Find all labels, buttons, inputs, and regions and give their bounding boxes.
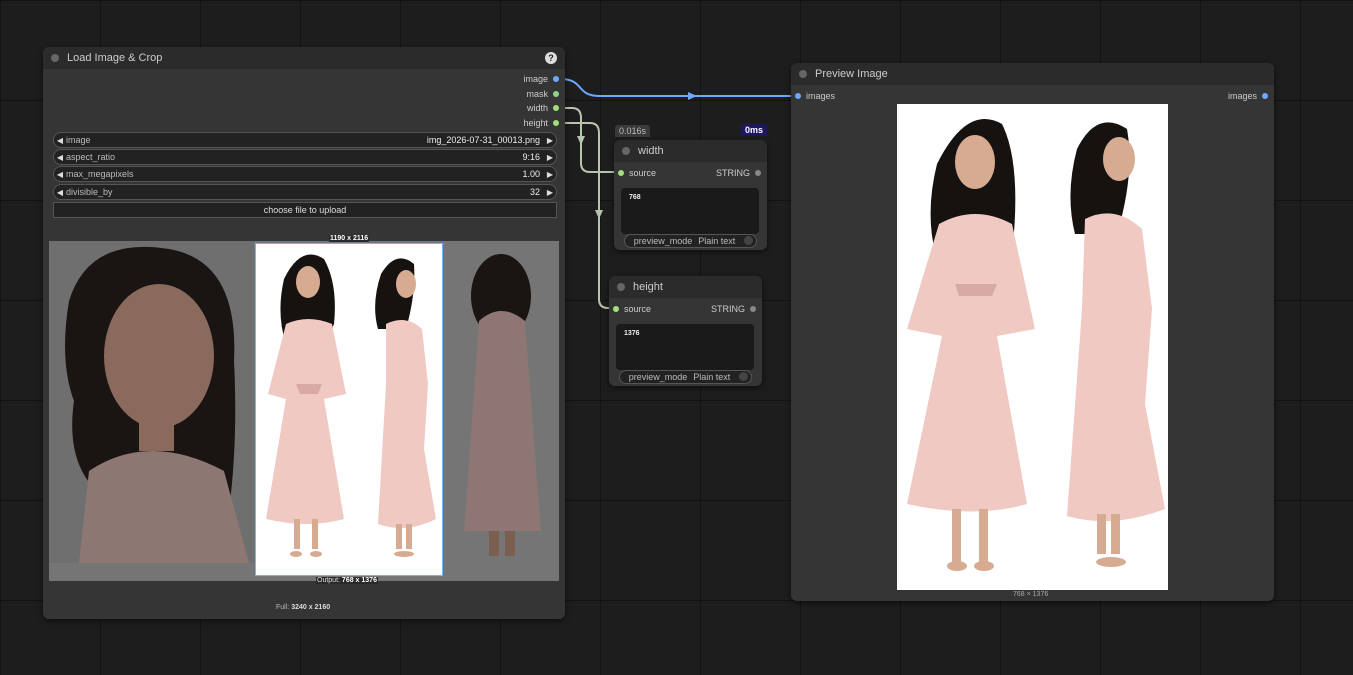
node-header[interactable]: height [609,276,762,298]
preview-size-label: 768 × 1376 [1013,591,1049,598]
widget-value: 1.00 [522,169,540,179]
increment-arrow-icon[interactable]: ▶ [544,188,556,197]
output-label: STRING [710,304,745,314]
toggle-knob-icon[interactable] [744,236,753,245]
output-string[interactable]: STRING [716,168,761,178]
increment-arrow-icon[interactable]: ▶ [544,153,556,162]
widget-max-megapixels[interactable]: ◀ max_megapixels 1.00 ▶ [53,166,557,182]
toggle-label: preview_mode [628,372,688,382]
collapse-dot-icon[interactable] [51,54,59,62]
output-height[interactable]: height [523,118,559,128]
toggle-value: Plain text [698,236,736,246]
output-label: images [1227,91,1257,101]
crop-window[interactable] [255,243,443,576]
output-label: height [523,118,548,128]
node-header[interactable]: Preview Image [791,63,1274,85]
input-label: source [624,304,652,314]
toggle-value: Plain text [693,372,731,382]
node-header[interactable]: Load Image & Crop ? [43,47,565,69]
toggle-label: preview_mode [633,236,693,246]
toggle-knob-icon[interactable] [739,372,748,381]
input-source[interactable]: source [618,168,656,178]
preview-mode-toggle[interactable]: preview_mode Plain text [624,234,757,248]
output-socket-icon[interactable] [1262,93,1268,99]
widget-label: divisible_by [66,187,113,197]
output-label: STRING [715,168,750,178]
node-title: Load Image & Crop [67,52,163,64]
input-label: source [629,168,657,178]
height-link [560,122,616,309]
output-width[interactable]: width [527,103,559,113]
height-node[interactable]: height source STRING 1376 preview_mode P… [609,276,762,386]
widget-divisible-by[interactable]: ◀ divisible_by 32 ▶ [53,184,557,200]
input-source[interactable]: source [613,304,651,314]
widget-value: 9:16 [522,152,540,162]
full-size: 3240 x 2160 [291,604,331,611]
input-images[interactable]: images [795,91,835,101]
node-title: height [633,281,663,293]
node-title: Preview Image [815,68,888,80]
output-socket-icon[interactable] [755,170,761,176]
crop-size-label: 1190 x 2116 [329,235,370,242]
value-display[interactable]: 1376 [616,324,754,370]
widget-aspect-ratio[interactable]: ◀ aspect_ratio 9:16 ▶ [53,149,557,165]
full-size-label: Full: 3240 x 2160 [276,604,330,611]
node-header[interactable]: width [614,140,767,162]
help-icon[interactable]: ? [545,52,557,64]
decrement-arrow-icon[interactable]: ◀ [54,153,66,162]
output-label: mask [526,89,548,99]
increment-arrow-icon[interactable]: ▶ [544,170,556,179]
output-socket-icon[interactable] [750,306,756,312]
widget-label: image [66,135,91,145]
crop-preview[interactable] [49,241,559,581]
output-size-label: Output: 768 x 1376 [316,577,378,584]
image-link [559,78,797,97]
input-label: images [806,91,836,101]
timing-badge: 0.016s [615,125,651,137]
width-link-arrow [577,136,585,145]
node-title: width [638,145,664,157]
widget-label: max_megapixels [66,169,134,179]
widget-label: aspect_ratio [66,152,116,162]
choose-file-button[interactable]: choose file to upload [53,202,557,218]
preview-image[interactable] [897,104,1168,590]
crop-content [266,254,436,557]
preview-image-node[interactable]: Preview Image images images 768 × 1376 [791,63,1274,601]
image-link-arrow [688,92,697,100]
output-socket-icon[interactable] [553,120,559,126]
output-socket-icon[interactable] [553,91,559,97]
output-socket-icon[interactable] [553,105,559,111]
collapse-dot-icon[interactable] [799,70,807,78]
collapse-dot-icon[interactable] [622,147,630,155]
output-prefix: Output: [317,577,340,584]
collapse-dot-icon[interactable] [617,283,625,291]
widget-image[interactable]: ◀ image img_2026-07-31_00013.png ▶ [53,132,557,148]
full-prefix: Full: [276,604,290,611]
output-socket-icon[interactable] [553,76,559,82]
load-image-crop-node[interactable]: Load Image & Crop ? image mask width hei… [43,47,565,619]
output-label: width [526,103,548,113]
width-link [560,107,620,173]
output-size: 768 x 1376 [341,577,377,584]
value-display[interactable]: 768 [621,188,759,234]
widget-value: 32 [529,187,540,197]
decrement-arrow-icon[interactable]: ◀ [54,170,66,179]
input-socket-icon[interactable] [613,306,619,312]
height-link-arrow [595,210,603,219]
decrement-arrow-icon[interactable]: ◀ [54,188,66,197]
width-node[interactable]: width source STRING 768 preview_mode Pla… [614,140,767,250]
output-string[interactable]: STRING [711,304,756,314]
preview-mode-toggle[interactable]: preview_mode Plain text [619,370,752,384]
exec-time-badge: 0ms [741,124,768,136]
input-socket-icon[interactable] [618,170,624,176]
widget-value: img_2026-07-31_00013.png [426,135,540,145]
output-label: image [523,74,548,84]
output-images[interactable]: images [1228,91,1268,101]
decrement-arrow-icon[interactable]: ◀ [54,136,66,145]
output-mask[interactable]: mask [526,89,559,99]
output-image[interactable]: image [523,74,559,84]
preview-content [907,119,1165,571]
input-socket-icon[interactable] [795,93,801,99]
increment-arrow-icon[interactable]: ▶ [544,136,556,145]
